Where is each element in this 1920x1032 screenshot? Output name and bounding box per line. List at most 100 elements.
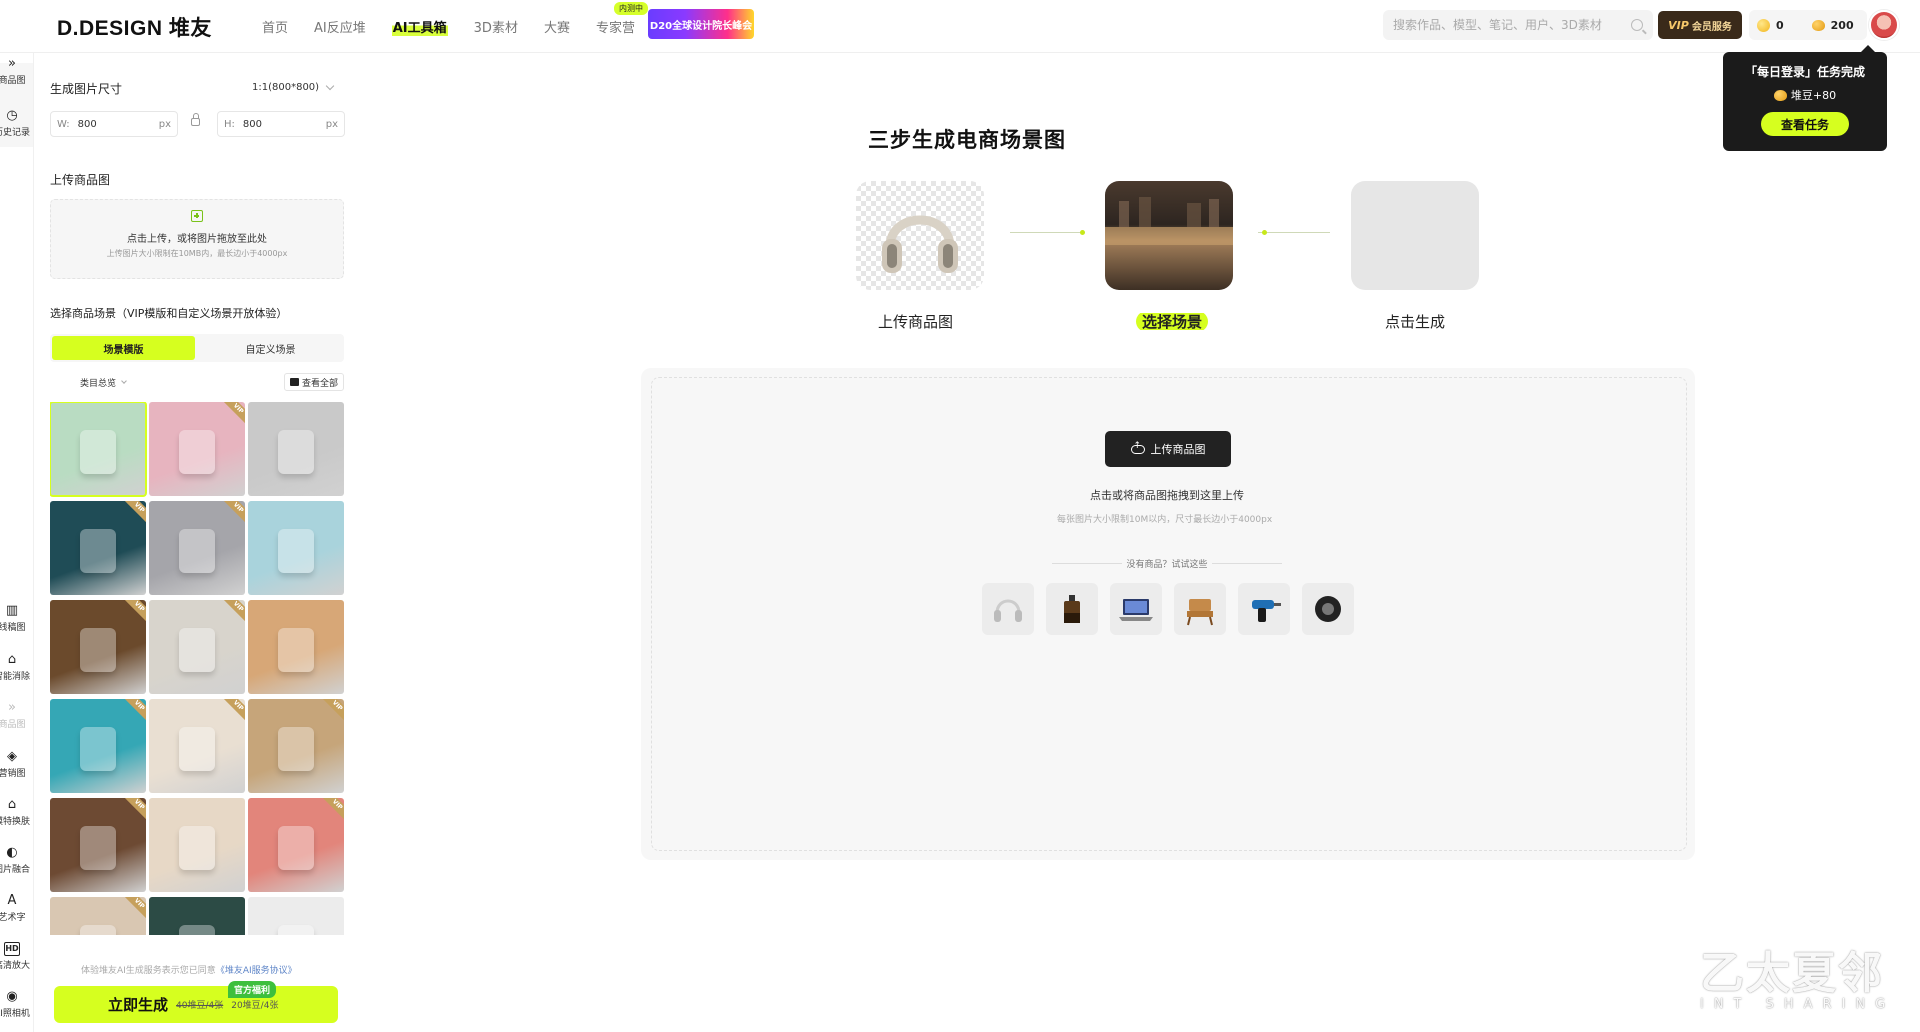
hd-icon: HD	[4, 942, 20, 956]
nav-ai-toolbox[interactable]: AI工具箱	[391, 17, 448, 36]
bean-count: 200	[1830, 18, 1854, 32]
scene-template-washer-white[interactable]	[248, 897, 344, 935]
scene-template-perfume-bottle[interactable]: VIP	[50, 600, 146, 694]
price-new: 20堆豆/4张	[231, 1001, 279, 1011]
scene-template-headphones-pink[interactable]: VIP	[149, 402, 245, 496]
scene-template-coffee-machine[interactable]	[50, 402, 147, 497]
scene-template-drink-can[interactable]: VIP	[50, 699, 146, 793]
user-avatar[interactable]	[1869, 10, 1899, 40]
sample-products	[982, 583, 1354, 635]
nav-contest[interactable]: 大赛	[544, 17, 570, 36]
sample-laptop[interactable]	[1110, 583, 1162, 635]
rail-item-lineart[interactable]: ▥ 线稿图	[0, 603, 32, 634]
agreement-link[interactable]: 《堆友AI服务协议》	[216, 966, 297, 976]
top-header: D.DESIGN 堆友 首页 AI反应堆 AI工具箱 3D素材 大赛 专家营 内…	[0, 0, 1920, 53]
rail-item-label: 模特换肤	[0, 817, 30, 827]
height-field[interactable]: H: 800 px	[217, 111, 345, 137]
scene-template-dark-cap[interactable]	[149, 897, 245, 935]
headphones-icon	[994, 599, 1022, 622]
size-label: 生成图片尺寸	[50, 82, 123, 96]
step-upload-image	[856, 181, 984, 290]
upload-label: 上传商品图	[50, 173, 111, 187]
sample-headphones[interactable]	[982, 583, 1034, 635]
rail-item-product[interactable]: » 商品图	[0, 57, 32, 87]
scene-template-washing-machine[interactable]	[248, 402, 344, 496]
tab-scene-template[interactable]: 场景模版	[52, 336, 195, 360]
view-all-button[interactable]: 查看全部	[283, 373, 344, 391]
summit-banner[interactable]: D20全球设计院长峰会	[648, 9, 754, 39]
upload-product-button[interactable]: 上传商品图	[1105, 431, 1231, 467]
rail-item-marketing[interactable]: ◈ 营销图	[0, 750, 32, 780]
width-field[interactable]: W: 800 px	[50, 111, 178, 137]
sample-chair[interactable]	[1174, 583, 1226, 635]
step-label-scene: 选择场景	[1136, 311, 1209, 332]
view-all-label: 查看全部	[301, 378, 338, 389]
sample-tire[interactable]	[1302, 583, 1354, 635]
bean-icon	[1811, 19, 1825, 31]
scene-label: 选择商品场景（VIP模版和自定义场景开放体验）	[50, 307, 288, 320]
rail-item-label: 商品图	[0, 76, 26, 86]
product-shape	[179, 826, 215, 870]
sample-perfume[interactable]	[1046, 583, 1098, 635]
rail-item-model-skin[interactable]: ⌂ 模特换肤	[0, 798, 32, 828]
scene-template-food-package[interactable]: VIP	[248, 699, 344, 793]
scene-template-perfume-red[interactable]: VIP	[248, 798, 344, 892]
nav-ai-reactor[interactable]: AI反应堆	[314, 17, 366, 36]
tab-custom-scene[interactable]: 自定义场景	[199, 336, 342, 360]
rail-item-eraser[interactable]: ⌂ 智能消除	[0, 653, 32, 683]
scene-template-cosmetic-tube[interactable]	[248, 501, 344, 595]
coin-icon	[1757, 18, 1770, 32]
logo[interactable]: D.DESIGN 堆友	[57, 12, 212, 42]
category-select[interactable]: 类目总览	[80, 376, 127, 389]
search-input[interactable]	[1393, 18, 1613, 32]
product-shape	[80, 529, 116, 573]
view-tasks-button[interactable]: 查看任务	[1761, 112, 1849, 136]
nav-home[interactable]: 首页	[262, 17, 288, 36]
product-shape	[80, 430, 116, 474]
scene-template-phones[interactable]: VIP	[149, 501, 245, 595]
rail-item-history[interactable]: ◷ 历史记录	[0, 109, 32, 139]
nav-3d-assets[interactable]: 3D素材	[474, 17, 518, 36]
rail-item-product-2[interactable]: » 商品图	[0, 701, 32, 731]
book-icon: ▥	[5, 603, 19, 618]
page-title: 三步生成电商场景图	[868, 128, 1066, 152]
vip-corner-badge: VIP	[321, 798, 344, 821]
rail-item-blend[interactable]: ◐ 图片融合	[0, 846, 32, 876]
nav-expert-camp[interactable]: 专家营 内测中	[596, 2, 648, 36]
rail-item-label: 商品图	[0, 720, 26, 730]
scene-template-snack-bag[interactable]	[248, 600, 344, 694]
height-prefix: H:	[224, 118, 235, 130]
scene-template-green-chair[interactable]: VIP	[50, 798, 146, 892]
generate-button[interactable]: 立即生成 40堆豆/4张 20堆豆/4张	[54, 986, 338, 1023]
product-shape	[278, 727, 314, 771]
tool-rail: » 商品图 ◷ 历史记录 ▥ 线稿图 ⌂ 智能消除 » 商品图 ◈ 营销图 ⌂ …	[0, 53, 34, 1032]
scene-template-tissue-box[interactable]	[149, 798, 245, 892]
task-popover: 「每日登录」任务完成 堆豆+80 查看任务	[1723, 45, 1887, 151]
bean-icon	[1773, 89, 1787, 101]
product-shape	[179, 925, 215, 935]
scene-template-flower-vase[interactable]: VIP	[149, 600, 245, 694]
ratio-select[interactable]: 1:1(800*800)	[252, 81, 335, 93]
scene-template-bedroom[interactable]: VIP	[50, 897, 146, 935]
rail-item-hd[interactable]: HD 高清放大	[0, 942, 32, 971]
vip-service-button[interactable]: VIP 会员服务	[1658, 11, 1742, 39]
price-old: 40堆豆/4张	[176, 1001, 224, 1011]
wallet[interactable]: 0 200	[1749, 10, 1867, 40]
step-label-upload: 上传商品图	[878, 313, 954, 331]
rail-item-art-text[interactable]: A 艺术字	[0, 894, 32, 924]
search-box[interactable]	[1383, 10, 1653, 40]
product-shape	[278, 925, 314, 935]
rail-item-camera[interactable]: ◉ AI照相机	[0, 990, 32, 1020]
add-image-icon	[191, 210, 203, 222]
width-value: 800	[77, 118, 97, 130]
lock-icon[interactable]	[191, 113, 200, 126]
product-upload-area[interactable]: 点击上传，或将图片拖放至此处 上传图片大小限制在10MB内，最长边小于4000p…	[50, 199, 344, 279]
rail-item-label: AI照相机	[0, 1009, 30, 1019]
search-icon[interactable]	[1631, 19, 1643, 31]
scene-template-laptop-aurora[interactable]: VIP	[50, 501, 146, 595]
vip-corner-badge: VIP	[222, 600, 245, 623]
sample-drill[interactable]	[1238, 583, 1290, 635]
scene-template-teddy-bear[interactable]: VIP	[149, 699, 245, 793]
laptop-icon	[1119, 599, 1153, 621]
product-shape	[80, 727, 116, 771]
